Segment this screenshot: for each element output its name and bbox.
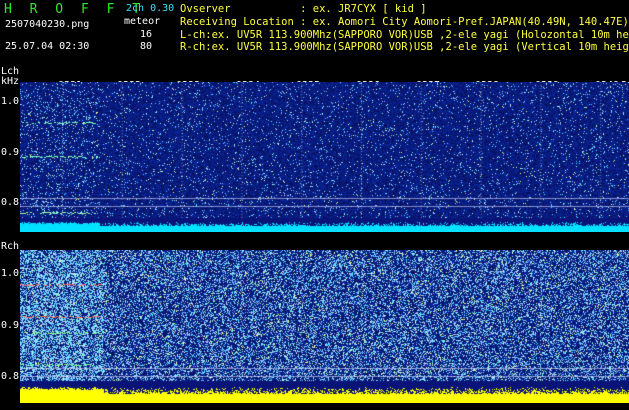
rch-ytick-2: 0.9: [1, 320, 20, 331]
meteor-label: meteor: [124, 16, 161, 27]
rch-spectrogram: [20, 250, 629, 403]
timestamp: 25.07.04 02:30: [5, 41, 90, 52]
lch-unit: kHz: [1, 76, 20, 87]
lch-receiver-line: L-ch:ex. UV5R 113.900Mhz(SAPPORO VOR)USB…: [180, 29, 629, 41]
lch-ytick-2: 0.9: [1, 147, 20, 158]
lch-ytick-3: 0.8: [1, 197, 20, 208]
rch-meteor-count: 80: [140, 41, 153, 52]
rch-ytick-1: 1.0: [1, 268, 20, 279]
app-brand: H R O F F T: [4, 2, 146, 17]
rch-receiver-line: R-ch:ex. UV5R 113.900Mhz(SAPPORO VOR)USB…: [180, 41, 629, 53]
mode-label: 2ch 0.30: [126, 3, 175, 14]
rch-ytick-3: 0.8: [1, 371, 20, 382]
lch-spectrogram: [20, 82, 629, 232]
lch-ytick-1: 1.0: [1, 96, 20, 107]
file-name: 2507040230.png: [5, 19, 90, 30]
rch-label: Rch: [1, 241, 20, 252]
observer-line: Ovserver : ex. JR7CYX [ kid ]: [180, 3, 427, 15]
lch-meteor-count: 16: [140, 29, 153, 40]
location-line: Receiving Location : ex. Aomori City Aom…: [180, 16, 629, 28]
